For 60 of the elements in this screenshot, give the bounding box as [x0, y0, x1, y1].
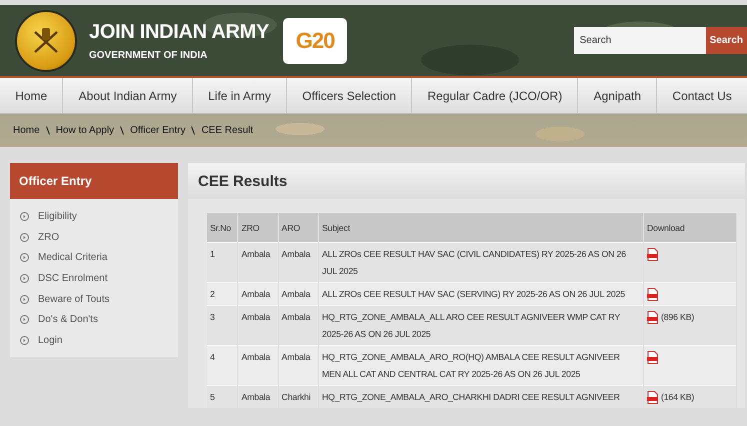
table-cell: Charkhi [278, 386, 318, 408]
breadcrumb-separator-icon [191, 126, 196, 135]
table-cell: Ambala [238, 346, 278, 386]
search-field[interactable]: Search [574, 27, 706, 54]
column-header: ZRO [238, 213, 278, 242]
table-cell: 1 [207, 242, 238, 282]
nav-link[interactable]: Home [0, 78, 64, 113]
site-subtitle: GOVERNMENT OF INDIA [89, 50, 208, 60]
site-title: JOIN INDIAN ARMY [89, 20, 270, 44]
sidebar-link[interactable]: Beware of Touts [38, 294, 110, 305]
pdf-file-icon[interactable] [647, 248, 658, 261]
sidebar-link[interactable]: Medical Criteria [38, 252, 108, 264]
sidebar-link[interactable]: Login [38, 334, 62, 346]
table-cell: Ambala [278, 282, 318, 306]
pdf-file-icon[interactable] [647, 351, 658, 364]
breadcrumb-link[interactable]: Home [13, 125, 40, 136]
table-cell: 4 [207, 346, 238, 386]
table-cell: Ambala [278, 242, 318, 282]
sidebar-link[interactable]: Eligibility [38, 210, 77, 222]
g20-logo: G20 [283, 18, 348, 64]
sidebar-link[interactable]: Do's & Don'ts [38, 314, 98, 326]
page-title: CEE Results [188, 163, 745, 199]
column-header: Subject [318, 213, 644, 242]
table-cell: 2 [207, 282, 238, 306]
table-cell: HQ_RTG_ZONE_AMBALA_ALL ARO CEE RESULT AGNIVEER WMP CAT RY 2025-26 AS ON 26 JUL 2025 [318, 306, 644, 346]
breadcrumb-link[interactable]: How to Apply [56, 125, 114, 136]
nav-link[interactable]: Life in Army [192, 78, 288, 113]
breadcrumb-separator-icon [120, 126, 124, 135]
column-header: ARO [278, 213, 318, 242]
table-cell: Ambala [238, 282, 278, 306]
breadcrumb-link[interactable]: Officer Entry [130, 125, 186, 136]
table-cell: Ambala [238, 386, 278, 408]
nav-link[interactable]: Agnipath [578, 78, 658, 113]
nav-link[interactable]: Officers Selection [287, 78, 412, 113]
file-size: (164 KB) [661, 391, 694, 404]
column-header: Download [644, 213, 736, 242]
table-cell: ALL ZROs CEE RESULT HAV SAC (CIVIL CANDIDATES) RY 2025-26 AS ON 26 JUL 2025 [318, 242, 644, 282]
nav-link[interactable]: Contact Us [657, 78, 747, 113]
table-cell: 3 [207, 306, 238, 346]
sidebar-title: Officer Entry [10, 163, 178, 199]
file-size: (896 KB) [661, 311, 694, 324]
breadcrumb-link[interactable]: CEE Result [201, 125, 254, 136]
table-cell: Ambala [278, 306, 318, 346]
sidebar-link[interactable]: ZRO [38, 232, 60, 243]
breadcrumb-separator-icon [46, 126, 50, 135]
pdf-file-icon[interactable] [647, 391, 658, 404]
search-button[interactable]: Search [706, 27, 747, 54]
table-cell: HQ_RTG_ZONE_AMBALA_ARO_RO(HQ) AMBALA CEE RESULT AGNIVEER MEN ALL CAT AND CENTRAL CAT RY 2025-26 AS ON 26 JUL 2025 [318, 346, 644, 386]
nav-link[interactable]: About Indian Army [63, 78, 193, 113]
table-cell: Ambala [238, 306, 278, 346]
table-cell: Ambala [238, 242, 278, 282]
table-cell: 5 [207, 386, 238, 408]
pdf-file-icon[interactable] [647, 288, 658, 301]
column-header: Sr.No [207, 213, 238, 242]
table-cell: ALL ZROs CEE RESULT HAV SAC (SERVING) RY 2025-26 AS ON 26 JUL 2025 [318, 282, 644, 306]
sidebar-link[interactable]: DSC Enrolment [38, 272, 108, 284]
table-cell: Ambala [278, 346, 318, 386]
table-cell: HQ_RTG_ZONE_AMBALA_ARO_CHARKHI DADRI CEE RESULT AGNIVEER [318, 386, 644, 408]
pdf-file-icon[interactable] [647, 311, 658, 324]
nav-link[interactable]: Regular Cadre (JCO/OR) [412, 78, 578, 113]
